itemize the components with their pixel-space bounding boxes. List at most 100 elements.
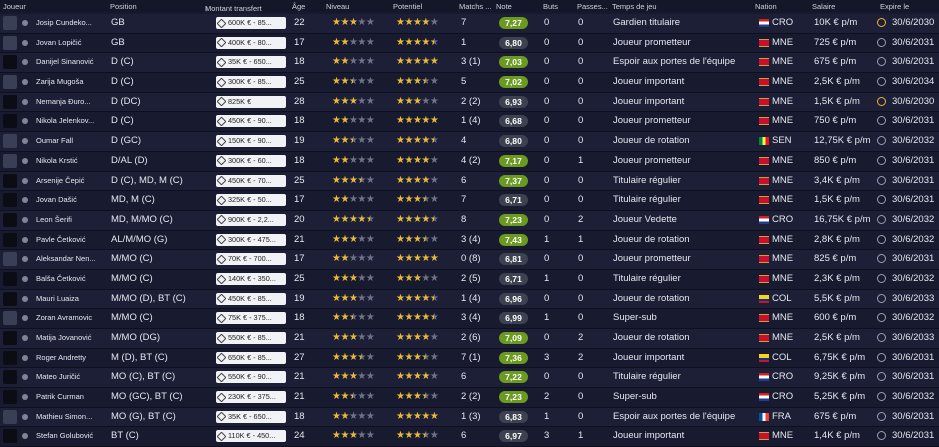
- player-name[interactable]: Nikola Krstić: [36, 152, 98, 171]
- table-row[interactable]: Josip Cundeko... GB 600K € - 85... 22 ★★…: [0, 14, 939, 34]
- player-nation[interactable]: MNE: [772, 93, 802, 112]
- player-name[interactable]: Josip Cundeko...: [36, 14, 98, 33]
- player-name[interactable]: Balša Četković: [36, 270, 98, 289]
- table-row[interactable]: Roger Andretty M (D), BT (C) 650K € - 85…: [0, 348, 939, 369]
- transfer-value-badge[interactable]: 450K € - 85...: [216, 292, 286, 305]
- transfer-value-badge[interactable]: 150K € - 90...: [216, 135, 286, 148]
- player-nation[interactable]: MNE: [772, 191, 802, 210]
- player-name[interactable]: Zoran Avramovic: [36, 309, 98, 328]
- table-row[interactable]: Nemanja Đuro... D (DC) 825K € 28 ★★★★★ ★…: [0, 92, 939, 113]
- table-row[interactable]: Zarija Mugoša D (C) 300K € - 85... 25 ★★…: [0, 73, 939, 93]
- col-header-temps[interactable]: Temps de jeu: [612, 2, 657, 11]
- transfer-value-badge[interactable]: 600K € - 85...: [216, 17, 286, 29]
- player-name[interactable]: Mathieu Simon...: [36, 408, 98, 427]
- col-header-position[interactable]: Position: [110, 2, 137, 11]
- table-row[interactable]: Aleksandar Nen... M/MO (C) 70K € - 700..…: [0, 250, 939, 270]
- table-row[interactable]: Danijel Sinanović D (C) 35K € - 650... 1…: [0, 53, 939, 74]
- player-nation[interactable]: MNE: [772, 34, 802, 53]
- player-nation[interactable]: CRO: [772, 211, 802, 230]
- player-name[interactable]: Patrik Curman: [36, 388, 98, 407]
- col-header-niveau[interactable]: Niveau: [326, 2, 349, 11]
- player-name[interactable]: Zarija Mugoša: [36, 73, 98, 92]
- transfer-value-badge[interactable]: 300K € - 85...: [216, 76, 286, 89]
- player-name[interactable]: Nikola Jelenkov...: [36, 112, 98, 131]
- player-nation[interactable]: CRO: [772, 388, 802, 407]
- player-name[interactable]: Jovan Dašić: [36, 191, 98, 210]
- table-row[interactable]: Mauri Luaiza M/MO (D), BT (C) 450K € - 8…: [0, 289, 939, 310]
- table-row[interactable]: Jovan Dašić MD, M (C) 325K € - 50... 17 …: [0, 191, 939, 211]
- col-header-potentiel[interactable]: Potentiel: [393, 2, 422, 11]
- table-row[interactable]: Arsenije Čepić D (C), MD, M (C) 450K € -…: [0, 171, 939, 192]
- col-header-nation[interactable]: Nation: [755, 2, 777, 11]
- player-nation[interactable]: MNE: [772, 427, 802, 446]
- transfer-value-badge[interactable]: 35K € - 650...: [216, 56, 286, 69]
- player-nation[interactable]: MNE: [772, 231, 802, 250]
- col-header-joueur[interactable]: Joueur: [3, 2, 26, 11]
- table-row[interactable]: Mathieu Simon... MO (G), BT (C) 35K € - …: [0, 407, 939, 428]
- player-nation[interactable]: MNE: [772, 53, 802, 72]
- player-name[interactable]: Arsenije Čepić: [36, 172, 98, 191]
- player-name[interactable]: Stefan Golubović: [36, 427, 98, 446]
- transfer-value-badge[interactable]: 450K € - 90...: [216, 115, 286, 128]
- table-row[interactable]: Nikola Jelenkov... D (C) 450K € - 90... …: [0, 112, 939, 133]
- player-name[interactable]: Danijel Sinanović: [36, 53, 98, 72]
- player-nation[interactable]: MNE: [772, 152, 802, 171]
- col-header-expire[interactable]: Expire le: [880, 2, 909, 11]
- transfer-value-badge[interactable]: 550K € - 85...: [216, 332, 286, 344]
- player-nation[interactable]: SEN: [772, 132, 802, 151]
- transfer-value-badge[interactable]: 450K € - 70...: [216, 174, 286, 187]
- transfer-value-badge[interactable]: 70K € - 700...: [216, 253, 286, 266]
- table-row[interactable]: Stefan Golubović BT (C) 110K € - 450... …: [0, 427, 939, 447]
- player-name[interactable]: Leon Šerifi: [36, 211, 98, 230]
- table-row[interactable]: Balša Četković M/MO (C) 140K € - 350... …: [0, 269, 939, 290]
- player-nation[interactable]: FRA: [772, 408, 802, 427]
- player-name[interactable]: Matija Jovanović: [36, 329, 98, 348]
- table-row[interactable]: Matija Jovanović M/MO (DG) 550K € - 85..…: [0, 329, 939, 349]
- table-row[interactable]: Patrik Curman MO (GC), BT (C) 230K € - 3…: [0, 388, 939, 408]
- col-header-buts[interactable]: Buts: [543, 2, 558, 11]
- transfer-value-badge[interactable]: 300K € - 475...: [216, 233, 286, 246]
- player-nation[interactable]: MNE: [772, 329, 802, 348]
- col-header-passes[interactable]: Passes...: [577, 2, 608, 11]
- transfer-value-badge[interactable]: 140K € - 350...: [216, 272, 286, 285]
- transfer-value-badge[interactable]: 650K € - 85...: [216, 351, 286, 364]
- player-name[interactable]: Jovan Lopičić: [36, 34, 98, 53]
- player-nation[interactable]: CRO: [772, 368, 802, 387]
- col-header-age[interactable]: Âge: [292, 2, 305, 11]
- player-nation[interactable]: MNE: [772, 250, 802, 269]
- player-nation[interactable]: MNE: [772, 309, 802, 328]
- table-row[interactable]: Nikola Krstić D/AL (D) 300K € - 60... 18…: [0, 151, 939, 172]
- table-row[interactable]: Oumar Fall D (GC) 150K € - 90... 19 ★★★★…: [0, 132, 939, 152]
- transfer-value-badge[interactable]: 35K € - 650...: [216, 410, 286, 423]
- player-nation[interactable]: CRO: [772, 14, 802, 33]
- transfer-value-badge[interactable]: 825K €: [216, 95, 286, 108]
- player-name[interactable]: Mauri Luaiza: [36, 290, 98, 309]
- col-header-salaire[interactable]: Salaire: [812, 2, 835, 11]
- table-row[interactable]: Pavle Četković AL/M/MO (G) 300K € - 475.…: [0, 230, 939, 251]
- player-name[interactable]: Roger Andretty: [36, 349, 98, 368]
- player-nation[interactable]: COL: [772, 290, 802, 309]
- player-nation[interactable]: COL: [772, 349, 802, 368]
- table-row[interactable]: Jovan Lopičić GB 400K € - 80... 17 ★★★★★…: [0, 33, 939, 54]
- table-row[interactable]: Leon Šerifi MD, M/MO (C) 900K € - 2,2...…: [0, 210, 939, 231]
- player-name[interactable]: Nemanja Đuro...: [36, 93, 98, 112]
- transfer-value-badge[interactable]: 110K € - 450...: [216, 430, 286, 443]
- player-nation[interactable]: MNE: [772, 172, 802, 191]
- transfer-value-badge[interactable]: 300K € - 60...: [216, 154, 286, 167]
- col-header-matchs[interactable]: Matchs ...: [459, 2, 492, 11]
- player-nation[interactable]: MNE: [772, 270, 802, 289]
- col-header-note[interactable]: Note: [496, 2, 512, 11]
- transfer-value-badge[interactable]: 325K € - 50...: [216, 194, 286, 207]
- transfer-value-badge[interactable]: 75K € - 375...: [216, 312, 286, 325]
- player-name[interactable]: Aleksandar Nen...: [36, 250, 98, 269]
- transfer-value-badge[interactable]: 550K € - 90...: [216, 371, 286, 384]
- transfer-value-badge[interactable]: 900K € - 2,2...: [216, 213, 286, 226]
- player-nation[interactable]: MNE: [772, 112, 802, 131]
- transfer-value-badge[interactable]: 230K € - 375...: [216, 391, 286, 404]
- transfer-value-badge[interactable]: 400K € - 80...: [216, 36, 286, 49]
- player-name[interactable]: Mateo Juričić: [36, 368, 98, 387]
- table-row[interactable]: Zoran Avramovic M/MO (C) 75K € - 375... …: [0, 309, 939, 329]
- player-name[interactable]: Oumar Fall: [36, 132, 98, 151]
- player-name[interactable]: Pavle Četković: [36, 231, 98, 250]
- table-row[interactable]: Mateo Juričić MO (C), BT (C) 550K € - 90…: [0, 368, 939, 389]
